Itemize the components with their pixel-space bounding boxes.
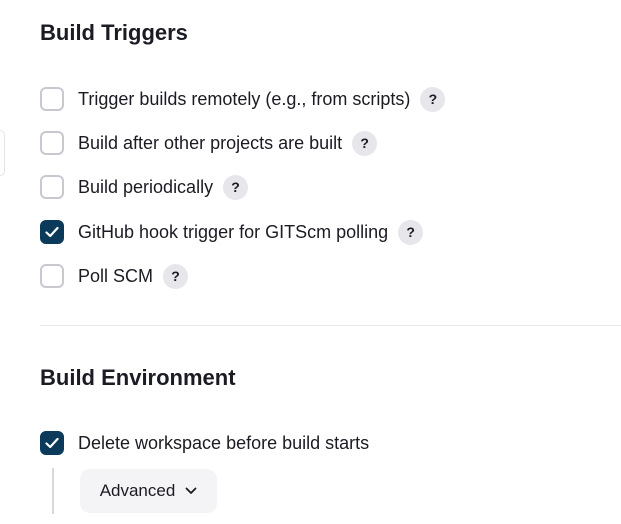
trigger-remote-label[interactable]: Trigger builds remotely (e.g., from scri… <box>78 89 410 110</box>
checkmark-icon <box>45 226 59 238</box>
chevron-down-icon <box>185 487 197 495</box>
github-hook-label[interactable]: GitHub hook trigger for GITScm polling <box>78 222 388 243</box>
build-environment-title: Build Environment <box>40 365 236 390</box>
build-after-label[interactable]: Build after other projects are built <box>78 133 342 154</box>
side-panel-edge[interactable] <box>0 130 5 176</box>
trigger-remote-row: Trigger builds remotely (e.g., from scri… <box>40 85 446 113</box>
delete-workspace-row: Delete workspace before build starts <box>40 429 369 457</box>
github-hook-row: GitHub hook trigger for GITScm polling ? <box>40 218 424 246</box>
advanced-button-label: Advanced <box>99 481 176 500</box>
build-periodically-label[interactable]: Build periodically <box>78 177 213 198</box>
delete-workspace-checkbox[interactable] <box>40 431 64 455</box>
help-icon[interactable]: ? <box>163 263 189 289</box>
configure-page: Build Triggers Trigger builds remotely (… <box>0 0 621 524</box>
build-periodically-checkbox[interactable] <box>40 175 64 199</box>
build-triggers-title: Build Triggers <box>40 20 188 45</box>
help-icon[interactable]: ? <box>398 219 424 245</box>
nested-options-guide <box>52 468 54 514</box>
help-icon[interactable]: ? <box>420 86 446 112</box>
advanced-button[interactable]: Advanced <box>80 469 217 513</box>
help-icon[interactable]: ? <box>223 174 249 200</box>
section-divider <box>40 325 621 326</box>
build-after-checkbox[interactable] <box>40 131 64 155</box>
build-after-row: Build after other projects are built ? <box>40 129 378 157</box>
delete-workspace-label[interactable]: Delete workspace before build starts <box>78 433 369 454</box>
checkmark-icon <box>45 437 59 449</box>
poll-scm-label[interactable]: Poll SCM <box>78 266 153 287</box>
build-periodically-row: Build periodically ? <box>40 173 249 201</box>
poll-scm-row: Poll SCM ? <box>40 262 189 290</box>
github-hook-checkbox[interactable] <box>40 220 64 244</box>
poll-scm-checkbox[interactable] <box>40 264 64 288</box>
help-icon[interactable]: ? <box>352 130 378 156</box>
trigger-remote-checkbox[interactable] <box>40 87 64 111</box>
